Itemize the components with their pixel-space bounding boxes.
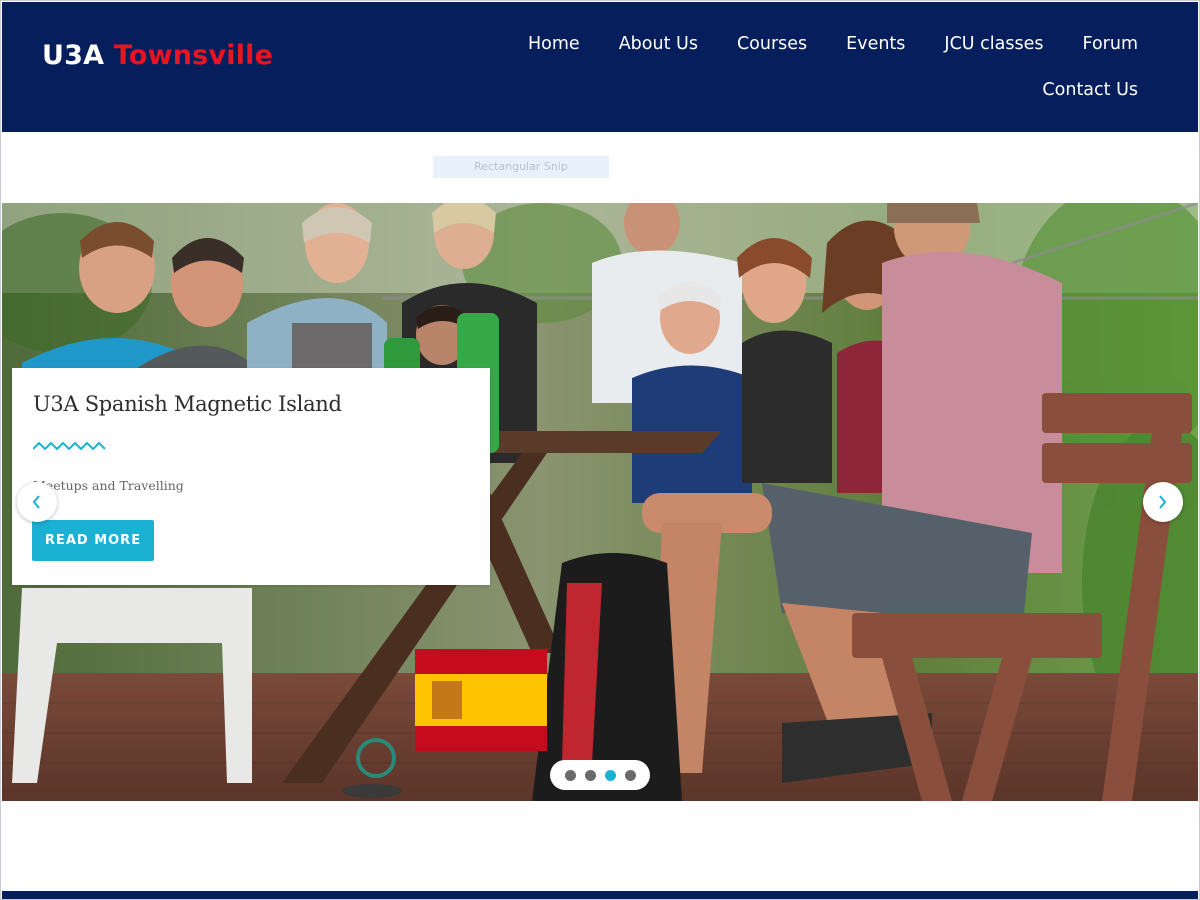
slide-caption-card: U3A Spanish Magnetic Island Meetups and … bbox=[12, 368, 490, 585]
chevron-left-icon bbox=[32, 495, 40, 509]
nav-jcu-classes[interactable]: JCU classes bbox=[944, 32, 1043, 56]
nav-about-us[interactable]: About Us bbox=[619, 32, 698, 56]
slider-dot-1[interactable] bbox=[564, 769, 576, 781]
site-logo[interactable]: U3A Townsville bbox=[42, 40, 273, 71]
slider-prev-button[interactable] bbox=[17, 482, 57, 522]
snip-tool-label: Rectangular Snip bbox=[433, 156, 609, 178]
nav-home[interactable]: Home bbox=[528, 32, 580, 56]
slide-title: U3A Spanish Magnetic Island bbox=[33, 392, 342, 416]
slider-next-button[interactable] bbox=[1143, 482, 1183, 522]
nav-courses[interactable]: Courses bbox=[737, 32, 807, 56]
slide-subtitle: Meetups and Travelling bbox=[33, 478, 184, 493]
site-header: U3A Townsville Home About Us Courses Eve… bbox=[2, 2, 1198, 132]
nav-events[interactable]: Events bbox=[846, 32, 905, 56]
nav-contact-us[interactable]: Contact Us bbox=[1042, 78, 1138, 102]
logo-text-townsville: Townsville bbox=[113, 40, 274, 71]
slider-dot-4[interactable] bbox=[624, 769, 636, 781]
nav-forum[interactable]: Forum bbox=[1083, 32, 1138, 56]
main-nav: Home About Us Courses Events JCU classes… bbox=[498, 32, 1138, 102]
chevron-right-icon bbox=[1159, 495, 1167, 509]
nav-row-1: Home About Us Courses Events JCU classes… bbox=[498, 32, 1138, 56]
nav-row-2: Contact Us bbox=[498, 78, 1138, 102]
logo-text-u3a: U3A bbox=[42, 40, 105, 71]
zigzag-divider-icon bbox=[33, 441, 106, 451]
read-more-button[interactable]: READ MORE bbox=[32, 520, 154, 561]
slider-dot-3[interactable] bbox=[604, 769, 616, 781]
slider-dot-2[interactable] bbox=[584, 769, 596, 781]
slider-pagination bbox=[550, 760, 650, 790]
footer-bar bbox=[2, 891, 1198, 899]
